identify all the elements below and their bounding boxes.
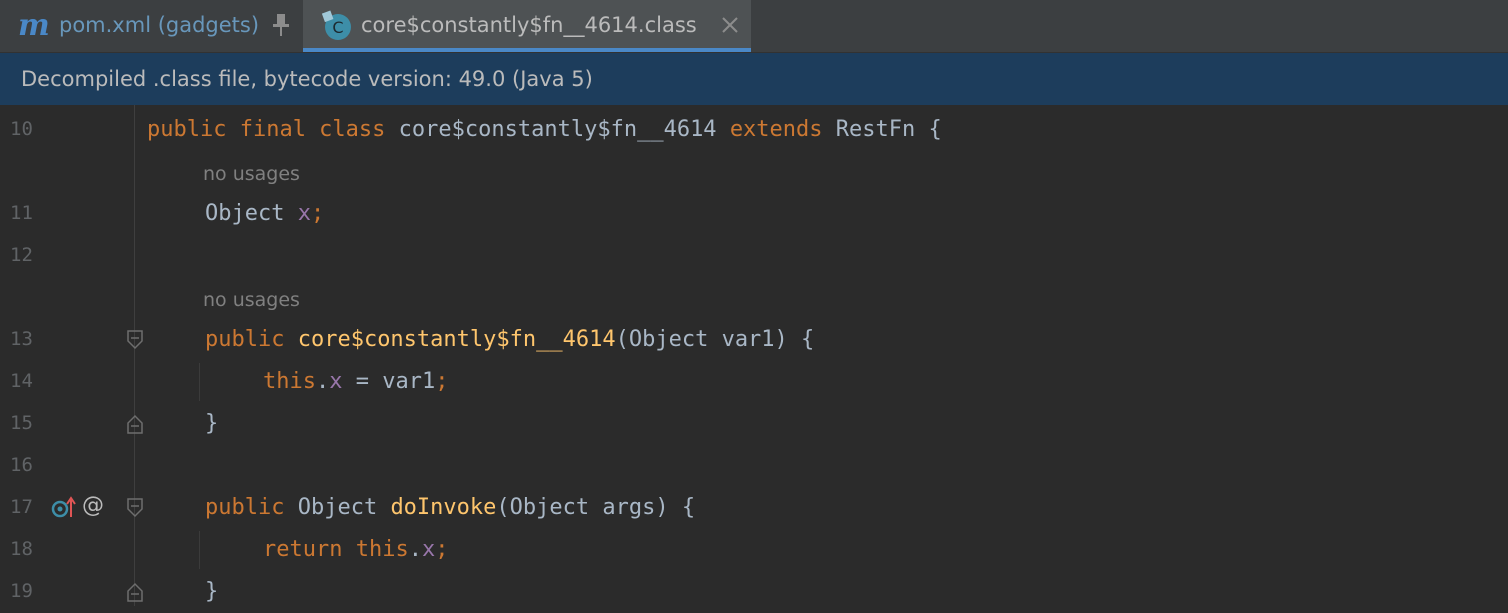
code-line-17: 17 @ public Object doInvoke(Object args)… bbox=[0, 487, 1508, 529]
code-text: this.x = var1; bbox=[263, 369, 449, 394]
code-text: return this.x; bbox=[263, 537, 449, 562]
indent-guide bbox=[199, 363, 200, 401]
code-line-18: 18 return this.x; bbox=[0, 529, 1508, 571]
fold-end-icon[interactable] bbox=[126, 413, 144, 435]
inlay-hint-row: no usages bbox=[0, 151, 1508, 193]
fold-end-icon[interactable] bbox=[126, 581, 144, 603]
code-line-10: 10 public final class core$constantly$fn… bbox=[0, 109, 1508, 151]
line-number: 16 bbox=[10, 454, 33, 476]
code-line-13: 13 public core$constantly$fn__4614(Objec… bbox=[0, 319, 1508, 361]
line-number: 12 bbox=[10, 244, 33, 266]
code-line-15: 15 } bbox=[0, 403, 1508, 445]
tab-class-file[interactable]: C core$constantly$fn__4614.class bbox=[303, 0, 751, 52]
code-editor[interactable]: 10 public final class core$constantly$fn… bbox=[0, 105, 1508, 606]
tab-label: pom.xml (gadgets) bbox=[59, 13, 260, 37]
code-text: } bbox=[205, 411, 219, 436]
code-line-14: 14 this.x = var1; bbox=[0, 361, 1508, 403]
line-number: 18 bbox=[10, 538, 33, 560]
line-number: 13 bbox=[10, 328, 33, 350]
indent-guide bbox=[199, 531, 200, 569]
tab-label: core$constantly$fn__4614.class bbox=[361, 13, 697, 37]
line-number: 17 bbox=[10, 496, 33, 518]
line-number: 15 bbox=[10, 412, 33, 434]
decompiled-banner: Decompiled .class file, bytecode version… bbox=[0, 53, 1508, 105]
line-number: 19 bbox=[10, 580, 33, 602]
code-text: public Object doInvoke(Object args) { bbox=[205, 495, 696, 520]
fold-start-icon[interactable] bbox=[126, 497, 144, 519]
implements-method-icon[interactable] bbox=[50, 495, 76, 521]
close-icon[interactable] bbox=[719, 14, 741, 36]
code-text: } bbox=[205, 579, 219, 604]
code-text: public core$constantly$fn__4614(Object v… bbox=[205, 327, 815, 352]
class-c-icon: C bbox=[321, 10, 351, 40]
class-letter: C bbox=[332, 18, 343, 37]
code-text: public final class core$constantly$fn__4… bbox=[147, 117, 942, 142]
no-usages-hint[interactable]: no usages bbox=[203, 163, 300, 185]
inlay-hint-row: no usages bbox=[0, 277, 1508, 319]
line-number: 11 bbox=[10, 202, 33, 224]
code-line-12: 12 bbox=[0, 235, 1508, 277]
line-number: 10 bbox=[10, 118, 33, 140]
maven-m-icon: m bbox=[18, 8, 50, 43]
tab-pom-xml[interactable]: m pom.xml (gadgets) bbox=[0, 0, 302, 52]
annotation-at-icon[interactable]: @ bbox=[82, 493, 104, 518]
banner-text: Decompiled .class file, bytecode version… bbox=[21, 67, 593, 91]
editor-tab-bar: m pom.xml (gadgets) C core$constantly$fn… bbox=[0, 0, 1508, 53]
code-line-16: 16 bbox=[0, 445, 1508, 487]
pin-icon[interactable] bbox=[270, 12, 292, 38]
no-usages-hint[interactable]: no usages bbox=[203, 289, 300, 311]
code-line-19: 19 } bbox=[0, 571, 1508, 613]
code-line-11: 11 Object x; bbox=[0, 193, 1508, 235]
code-text: Object x; bbox=[205, 201, 325, 226]
fold-start-icon[interactable] bbox=[126, 329, 144, 351]
line-number: 14 bbox=[10, 370, 33, 392]
